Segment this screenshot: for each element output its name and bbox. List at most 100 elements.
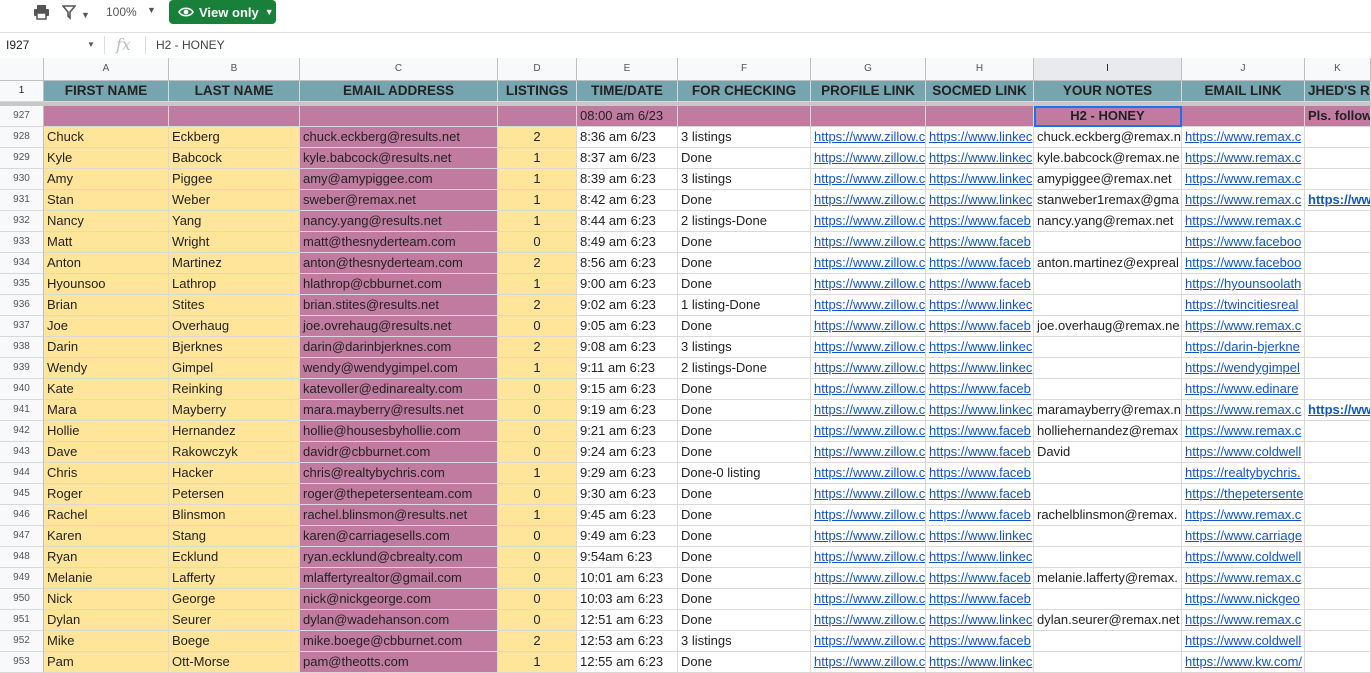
link-elink[interactable]: https://www.remax.c: [1185, 192, 1301, 207]
cell-profile[interactable]: https://www.zillow.c: [811, 589, 926, 610]
cell-check[interactable]: 3 listings: [678, 169, 811, 190]
link-socmed[interactable]: https://www.faceb: [929, 633, 1031, 648]
cell-listings[interactable]: 2: [498, 631, 577, 652]
row-number[interactable]: 935: [0, 274, 44, 295]
cell-first[interactable]: Rachel: [44, 505, 169, 526]
cell-listings[interactable]: 2: [498, 253, 577, 274]
row-number[interactable]: 941: [0, 400, 44, 421]
cell-k[interactable]: [1305, 526, 1371, 547]
cell-listings[interactable]: 1: [498, 211, 577, 232]
link-socmed[interactable]: https://www.linkec: [929, 339, 1032, 354]
cell-k[interactable]: https://ww: [1305, 400, 1371, 421]
row-number[interactable]: 929: [0, 148, 44, 169]
cell-first[interactable]: Stan: [44, 190, 169, 211]
cell-first[interactable]: Dylan: [44, 610, 169, 631]
cell-notes[interactable]: [1034, 358, 1182, 379]
cell-check[interactable]: Done: [678, 610, 811, 631]
cell-email[interactable]: roger@thepetersenteam.com: [300, 484, 498, 505]
cell-profile[interactable]: https://www.zillow.c: [811, 358, 926, 379]
cell-k[interactable]: [1305, 421, 1371, 442]
link-profile[interactable]: https://www.zillow.c: [814, 171, 925, 186]
cell-socmed[interactable]: https://www.faceb: [926, 421, 1034, 442]
link-elink[interactable]: https://www.remax.c: [1185, 150, 1301, 165]
group-empty-cell[interactable]: [811, 106, 926, 127]
cell-profile[interactable]: https://www.zillow.c: [811, 253, 926, 274]
cell-check[interactable]: 2 listings-Done: [678, 211, 811, 232]
group-empty-cell[interactable]: [169, 106, 300, 127]
cell-notes[interactable]: nancy.yang@remax.net: [1034, 211, 1182, 232]
row-number[interactable]: 950: [0, 589, 44, 610]
cell-k[interactable]: [1305, 568, 1371, 589]
cell-last[interactable]: Piggee: [169, 169, 300, 190]
group-time-cell[interactable]: 08:00 am 6/23: [577, 106, 678, 127]
cell-last[interactable]: Yang: [169, 211, 300, 232]
link-socmed[interactable]: https://www.linkec: [929, 654, 1032, 669]
group-k-cell[interactable]: Pls. follow: [1305, 106, 1371, 127]
cell-socmed[interactable]: https://www.linkec: [926, 400, 1034, 421]
link-socmed[interactable]: https://www.linkec: [929, 171, 1032, 186]
link-elink[interactable]: https://www.remax.c: [1185, 213, 1301, 228]
link-socmed[interactable]: https://www.linkec: [929, 528, 1032, 543]
cell-elink[interactable]: https://www.remax.c: [1182, 400, 1305, 421]
cell-time[interactable]: 8:37 am 6/23: [577, 148, 678, 169]
group-empty-cell[interactable]: [498, 106, 577, 127]
cell-socmed[interactable]: https://www.linkec: [926, 190, 1034, 211]
cell-check[interactable]: Done: [678, 232, 811, 253]
cell-first[interactable]: Roger: [44, 484, 169, 505]
cell-first[interactable]: Amy: [44, 169, 169, 190]
cell-elink[interactable]: https://www.remax.c: [1182, 505, 1305, 526]
cell-check[interactable]: Done: [678, 148, 811, 169]
cell-last[interactable]: Weber: [169, 190, 300, 211]
cell-time[interactable]: 9:21 am 6:23: [577, 421, 678, 442]
cell-profile[interactable]: https://www.zillow.c: [811, 379, 926, 400]
cell-email[interactable]: matt@thesnyderteam.com: [300, 232, 498, 253]
print-icon[interactable]: [33, 4, 50, 25]
view-only-button[interactable]: View only ▼: [169, 0, 276, 24]
cell-profile[interactable]: https://www.zillow.c: [811, 169, 926, 190]
cell-time[interactable]: 8:56 am 6:23: [577, 253, 678, 274]
cell-k[interactable]: [1305, 232, 1371, 253]
cell-socmed[interactable]: https://www.faceb: [926, 631, 1034, 652]
cell-k[interactable]: [1305, 631, 1371, 652]
cell-listings[interactable]: 1: [498, 652, 577, 673]
cell-notes[interactable]: [1034, 631, 1182, 652]
link-elink[interactable]: https://www.remax.c: [1185, 171, 1301, 186]
column-letter-c[interactable]: C: [300, 58, 498, 81]
cell-email[interactable]: katevoller@edinarealty.com: [300, 379, 498, 400]
cell-k[interactable]: [1305, 505, 1371, 526]
row-number[interactable]: 945: [0, 484, 44, 505]
link-profile[interactable]: https://www.zillow.c: [814, 297, 925, 312]
cell-last[interactable]: Petersen: [169, 484, 300, 505]
cell-check[interactable]: Done: [678, 568, 811, 589]
cell-k[interactable]: [1305, 253, 1371, 274]
cell-last[interactable]: Overhaug: [169, 316, 300, 337]
cell-k[interactable]: https://ww: [1305, 190, 1371, 211]
cell-last[interactable]: Stites: [169, 295, 300, 316]
cell-profile[interactable]: https://www.zillow.c: [811, 463, 926, 484]
cell-check[interactable]: 3 listings: [678, 337, 811, 358]
link-profile[interactable]: https://www.zillow.c: [814, 633, 925, 648]
column-letter-h[interactable]: H: [926, 58, 1034, 81]
cell-first[interactable]: Karen: [44, 526, 169, 547]
cell-elink[interactable]: https://www.remax.c: [1182, 127, 1305, 148]
cell-listings[interactable]: 1: [498, 190, 577, 211]
cell-email[interactable]: karen@carriagesells.com: [300, 526, 498, 547]
cell-elink[interactable]: https://realtybychris.: [1182, 463, 1305, 484]
cell-first[interactable]: Wendy: [44, 358, 169, 379]
cell-socmed[interactable]: https://www.faceb: [926, 379, 1034, 400]
cell-elink[interactable]: https://www.coldwell: [1182, 631, 1305, 652]
column-letter-a[interactable]: A▼: [44, 58, 169, 81]
cell-listings[interactable]: 0: [498, 316, 577, 337]
row-number[interactable]: 944: [0, 463, 44, 484]
cell-email[interactable]: mike.boege@cbburnet.com: [300, 631, 498, 652]
select-all-corner[interactable]: [0, 58, 44, 81]
cell-k[interactable]: [1305, 316, 1371, 337]
group-empty-cell[interactable]: [44, 106, 169, 127]
link-socmed[interactable]: https://www.linkec: [929, 129, 1032, 144]
cell-check[interactable]: Done: [678, 484, 811, 505]
row-number[interactable]: 940: [0, 379, 44, 400]
cell-listings[interactable]: 2: [498, 337, 577, 358]
cell-first[interactable]: Dave: [44, 442, 169, 463]
cell-notes[interactable]: rachelblinsmon@remax.: [1034, 505, 1182, 526]
cell-listings[interactable]: 0: [498, 421, 577, 442]
